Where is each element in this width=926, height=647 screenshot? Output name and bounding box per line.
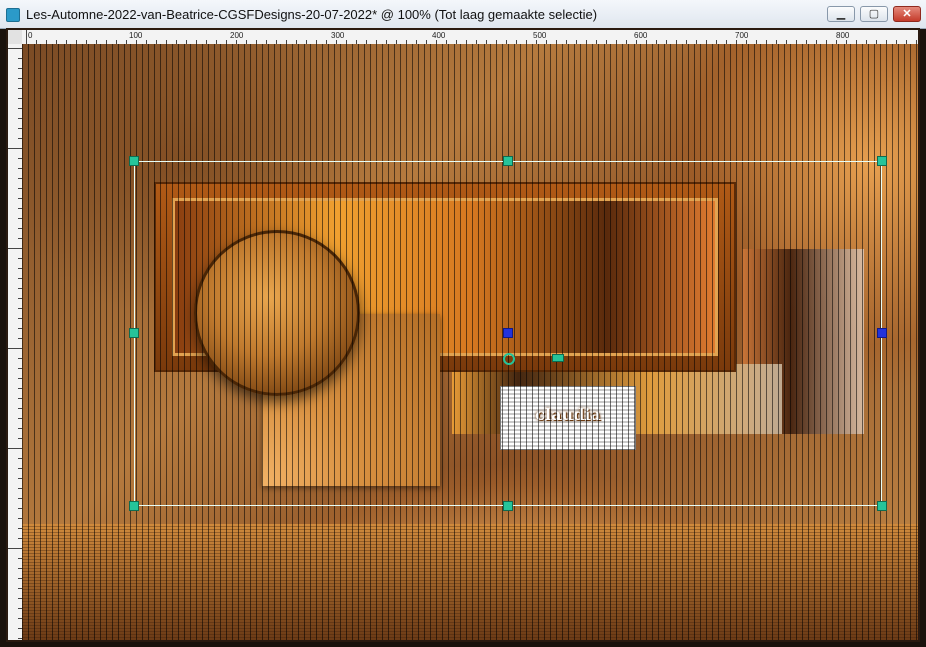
close-icon: ✕ (902, 8, 912, 20)
handle-top-left[interactable] (129, 156, 139, 166)
ruler-label: 800 (836, 31, 850, 40)
move-handle[interactable] (552, 354, 564, 362)
handle-bottom-left[interactable] (129, 501, 139, 511)
floor-texture (22, 524, 920, 641)
close-button[interactable]: ✕ (893, 6, 921, 22)
handle-middle-right[interactable] (877, 328, 887, 338)
ruler-label: 600 (634, 31, 648, 40)
ruler-label: 300 (331, 31, 345, 40)
image-canvas[interactable]: claudia (22, 44, 920, 641)
handle-middle-left[interactable] (129, 328, 139, 338)
rotate-handle[interactable] (503, 353, 515, 365)
handle-top-center[interactable] (503, 156, 513, 166)
window-title: Les-Automne-2022-van-Beatrice-CGSFDesign… (26, 7, 598, 22)
minimize-button[interactable]: ▁ (827, 6, 855, 22)
app-icon (6, 8, 20, 22)
ruler-tick (8, 48, 22, 49)
maximize-button[interactable]: ▢ (860, 6, 888, 22)
title-bar[interactable]: Les-Automne-2022-van-Beatrice-CGSFDesign… (0, 0, 926, 29)
ruler-label: 700 (735, 31, 749, 40)
horizontal-ruler[interactable]: 0 100 200 300 400 500 600 700 800 (22, 30, 920, 45)
handle-top-right[interactable] (877, 156, 887, 166)
ruler-tick (8, 448, 22, 449)
ruler-label: 100 (129, 31, 143, 40)
image-window: Les-Automne-2022-van-Beatrice-CGSFDesign… (0, 0, 926, 647)
maximize-icon: ▢ (868, 8, 880, 20)
ruler-label: 0 (28, 31, 33, 40)
ruler-tick (8, 548, 22, 549)
ruler-label: 500 (533, 31, 547, 40)
ruler-tick (8, 248, 22, 249)
ruler-tick (8, 148, 22, 149)
handle-bottom-right[interactable] (877, 501, 887, 511)
vertical-ruler[interactable] (8, 44, 23, 642)
ruler-corner (8, 30, 22, 44)
handle-bottom-center[interactable] (503, 501, 513, 511)
minimize-icon: ▁ (836, 8, 846, 20)
pivot-handle[interactable] (503, 328, 513, 338)
ruler-tick (26, 30, 27, 44)
ruler-label: 400 (432, 31, 446, 40)
ruler-tick (8, 348, 22, 349)
ruler-label: 200 (230, 31, 244, 40)
